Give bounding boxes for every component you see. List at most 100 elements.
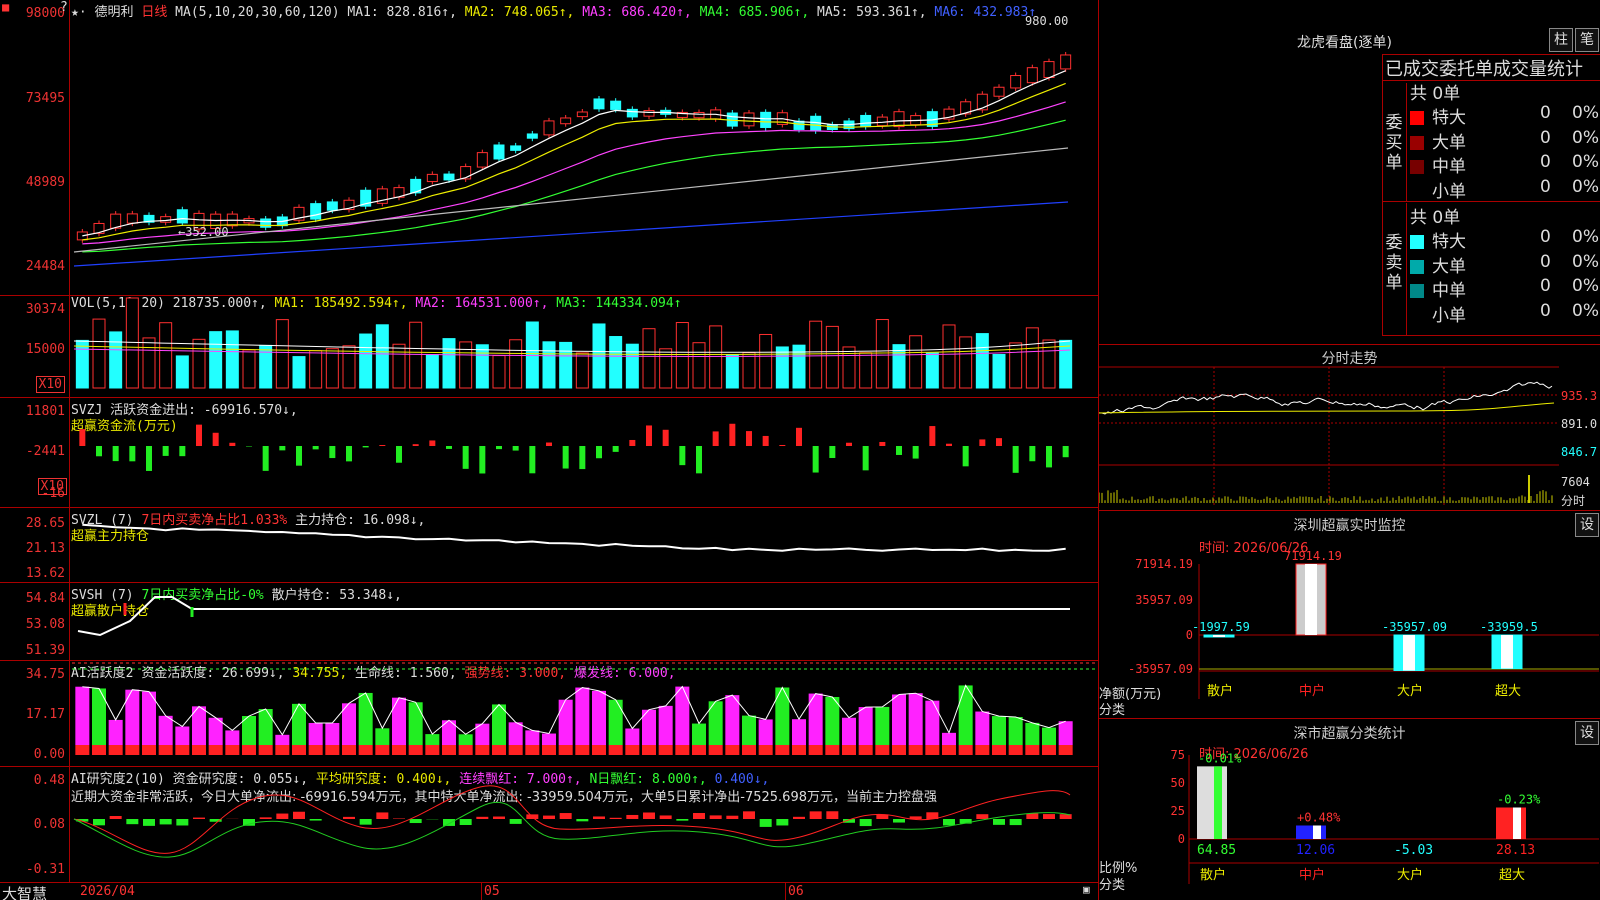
bar-mode-button[interactable]: 柱 [1549, 28, 1573, 52]
svsh-chart[interactable] [0, 583, 1098, 661]
candle-body [993, 86, 1005, 97]
classify-panel[interactable]: 深市超赢分类统计 设 时间: 2026/06/26 75 50 25 0 -0.01% 6… [1099, 718, 1600, 900]
svzj-bar [679, 446, 686, 466]
active-bar [742, 715, 756, 745]
candle-body [1026, 67, 1038, 84]
svzj-bar [579, 446, 586, 470]
price-pane[interactable]: 98000 73495 48989 24484 ■ ? ★· 德明利 日线 MA… [0, 0, 1098, 296]
active-bar [525, 730, 540, 745]
active-base-bar [692, 745, 706, 755]
research-bar [476, 816, 489, 819]
active-bar [792, 719, 806, 745]
ai-research-pane[interactable]: 0.48 0.08 -0.31 AI研究度2(10) 资金研究度: 0.055↓… [0, 767, 1098, 882]
ai-active-chart[interactable] [0, 661, 1098, 767]
ai-research-chart[interactable] [0, 767, 1098, 882]
monitor-panel[interactable]: 深圳超赢实时监控 设 时间: 2026/06/26 71914.19 35957.… [1099, 510, 1600, 718]
volume-bar [375, 324, 389, 389]
active-bar [258, 709, 273, 745]
svzj-bar [762, 435, 769, 446]
active-bar [608, 699, 623, 745]
research-bar [909, 816, 922, 819]
active-bar [658, 705, 673, 745]
sell-total: 共 0单 [1410, 208, 1461, 228]
active-bar [975, 711, 990, 745]
sell-color-swatch [1410, 235, 1424, 249]
active-base-bar [725, 745, 740, 755]
active-bar [225, 730, 240, 745]
svzj-bar [229, 442, 236, 446]
svzj-bar [879, 441, 886, 446]
research-bar [809, 811, 822, 819]
classify-value-label: 28.13 [1496, 843, 1535, 858]
svzj-bar [696, 446, 702, 474]
intraday-y-label: 935.3 [1561, 389, 1598, 403]
monitor-y-sub: 分类 [1099, 703, 1126, 718]
buy-row-name: 小单 [1432, 181, 1466, 202]
intraday-panel[interactable]: 分时走势 935.3 891.0 846.7 7604 分时 [1099, 344, 1600, 510]
low-price-label: ←352.00 [178, 225, 229, 239]
research-bar [459, 819, 472, 826]
candle-body [326, 201, 338, 211]
svzj-bar [146, 446, 152, 471]
svsh-pane[interactable]: 54.84 53.08 51.39 SVSH (7) 7日内买卖净占比-0% 散… [0, 583, 1098, 661]
active-base-bar [825, 745, 840, 755]
tick-mode-button[interactable]: 笔 [1575, 28, 1599, 52]
intraday-chart[interactable] [1099, 345, 1600, 511]
lock-icon[interactable]: ▣ [1083, 883, 1090, 896]
candle-body [626, 108, 638, 118]
svzl-chart[interactable] [0, 508, 1098, 583]
active-bar [825, 696, 840, 745]
active-bar [158, 715, 173, 745]
svzj-bar [196, 424, 202, 446]
research-bar [709, 815, 722, 819]
volume-bar [859, 352, 873, 389]
research-bar [726, 815, 739, 819]
volume-bar [992, 354, 1006, 389]
volume-pane[interactable]: 30374 15000 X10 VOL(5,10,20) 218735.000↑… [0, 296, 1098, 398]
stats-tabs[interactable]: 已成交委托单成交量统计 [1385, 55, 1583, 81]
volume-bar [475, 344, 489, 389]
sell-row: 小单 0 0% [1410, 301, 1600, 326]
ai-active-pane[interactable]: 34.75 17.17 0.00 AI活跃度2 资金活跃度: 26.699↓, … [0, 661, 1098, 767]
research-bar [976, 814, 989, 819]
candlestick-chart[interactable] [0, 0, 1098, 296]
buy-row-pct: 0% [1572, 103, 1599, 123]
candle-body [643, 110, 655, 117]
research-bar [1026, 813, 1039, 819]
active-base-bar [125, 745, 140, 755]
classify-bar-highlight [1513, 807, 1521, 839]
buy-row-value: 0 [1540, 127, 1551, 148]
classify-bar-highlight [1313, 825, 1321, 839]
active-base-bar [158, 745, 173, 755]
volume-bar [559, 341, 573, 389]
active-base-bar [258, 745, 273, 755]
volume-bar [192, 338, 206, 389]
svzj-bar [996, 438, 1002, 446]
buy-sell-divider [1383, 201, 1600, 202]
svzj-chart[interactable] [0, 398, 1098, 508]
buy-color-swatch [1410, 111, 1424, 125]
volume-bar [542, 341, 556, 389]
svzj-pane[interactable]: 11801 -2441 -16 X10 SVZJ 活跃资金进出: -69916.… [0, 398, 1098, 508]
svzj-bar [312, 446, 319, 450]
classify-bar-highlight [1214, 766, 1222, 839]
svzj-bar [812, 446, 819, 473]
active-bar [375, 728, 390, 745]
research-bar [293, 811, 305, 819]
svzj-bar [1062, 446, 1069, 458]
svzl-pane[interactable]: 28.65 21.13 13.62 SVZL (7) 7日内买卖净占比1.033… [0, 508, 1098, 583]
volume-chart[interactable] [0, 296, 1098, 398]
volume-bar [1025, 327, 1039, 389]
buy-color-swatch [1410, 184, 1424, 199]
monitor-chart[interactable]: 71914.1935957.090-35957.09-1997.59散户7191… [1099, 511, 1600, 719]
classify-category-label: 超大 [1499, 868, 1525, 883]
classify-chart[interactable]: 75 50 25 0 -0.01% 64.85 散户 +0.48% 12.06 中户 -5.03 大户… [1099, 719, 1600, 900]
active-base-bar [242, 745, 256, 755]
monitor-bar-highlight [1213, 635, 1225, 637]
volume-bar [575, 352, 589, 389]
classify-bar [1296, 825, 1326, 839]
research-bar [676, 819, 689, 821]
svzj-bar [929, 426, 936, 446]
volume-bar [459, 341, 473, 389]
candle-body [693, 111, 705, 119]
